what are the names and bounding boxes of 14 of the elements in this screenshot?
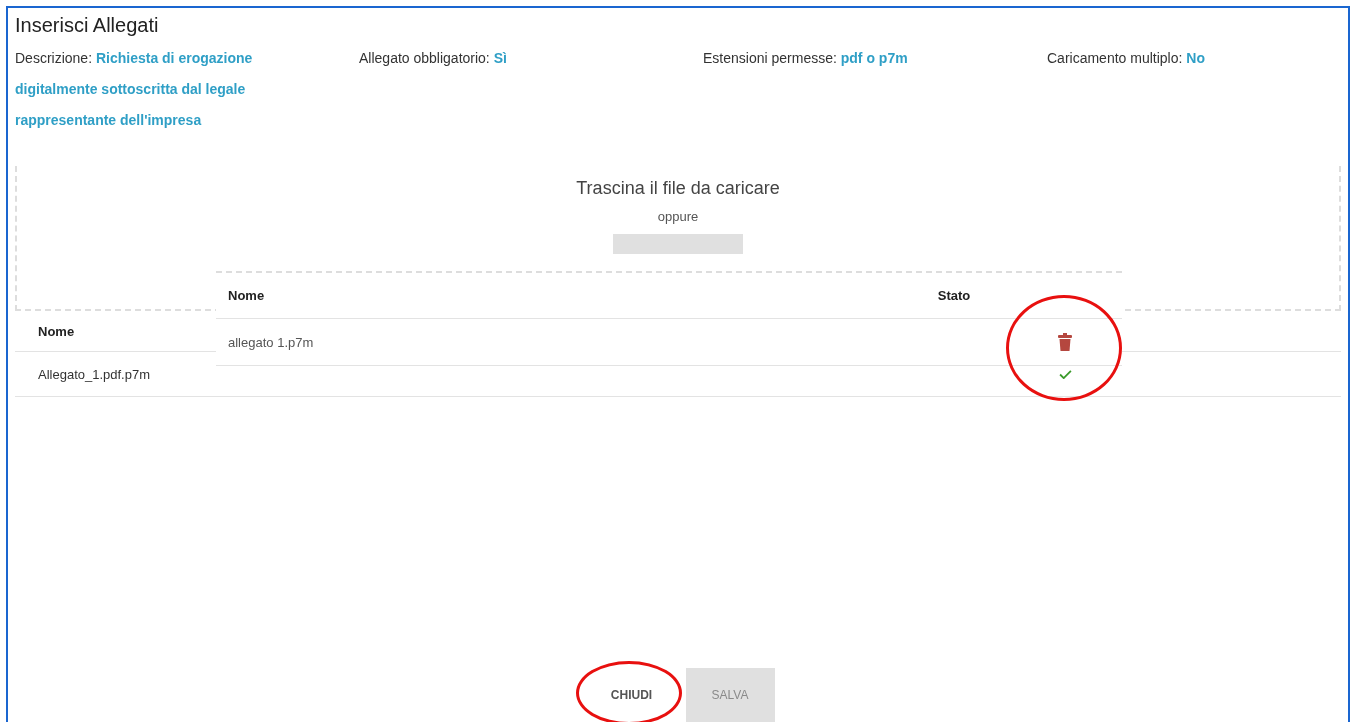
metadata-text: Allegato obbligatorio: Sì [359,49,508,68]
table-cell-text: allegato 1.p7m [227,334,315,350]
check-icon [1058,369,1072,379]
metadata-text: Estensioni permesse: pdf o p7m [703,49,909,68]
dialog-title: Inserisci Allegati [15,14,160,37]
trash-icon[interactable] [1058,333,1072,351]
metadata-text: Descrizione: Richiesta di erogazione digitalmente sottoscritta dal legale rappresentante dell'impresa [15,49,254,130]
column-header: Nome [227,288,266,303]
separator-text: oppure [657,209,699,224]
column-header: Stato [936,288,972,303]
column-header: Nome [37,323,76,339]
drop-prompt: Trascina il file da caricare [576,178,780,199]
metadata-text: Caricamento multiplo: No [1047,49,1206,68]
table-cell-text: Allegato_1.pdf.p7m [37,366,152,382]
